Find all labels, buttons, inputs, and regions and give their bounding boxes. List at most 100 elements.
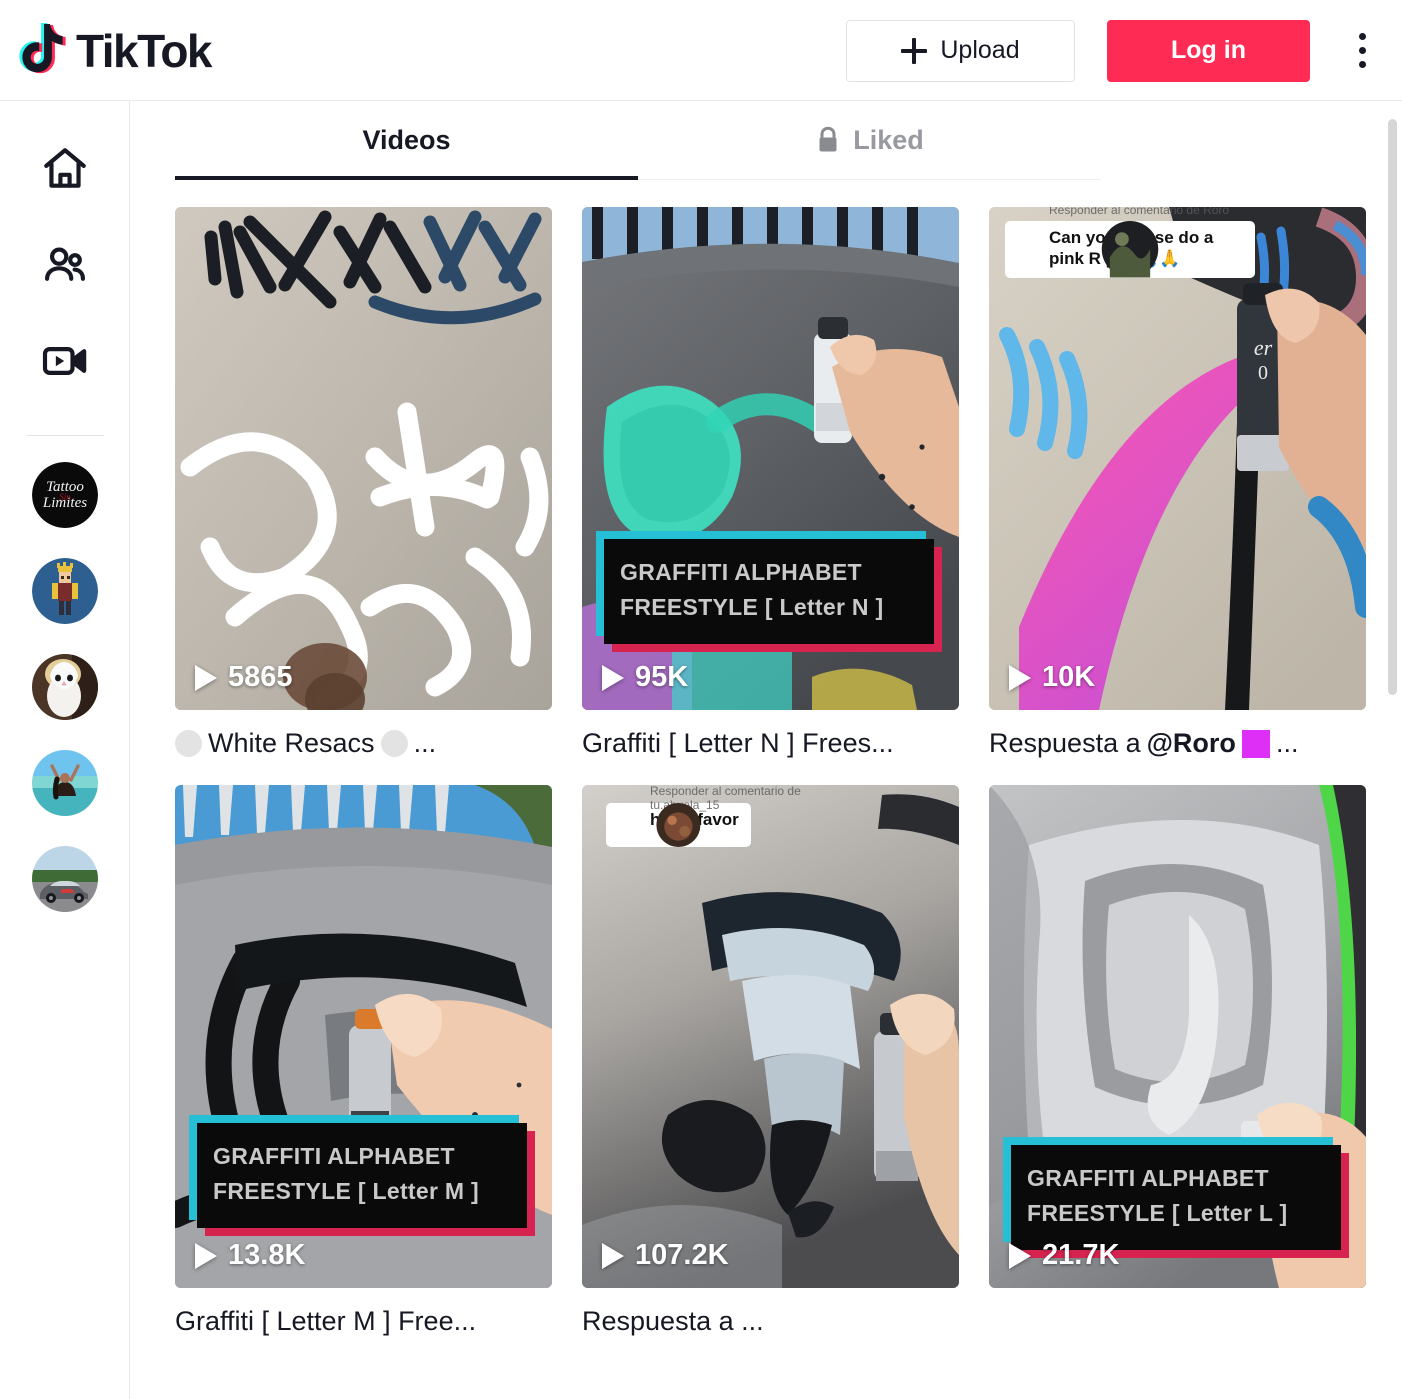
avatar[interactable] — [31, 558, 98, 624]
avatar[interactable]: Tattoo Limites Sin — [31, 462, 98, 528]
video-text-overlay: GRAFFITI ALPHABET FREESTYLE [ Letter M ] — [189, 1114, 535, 1237]
video-caption: Respuesta a @Roro ... — [989, 726, 1366, 761]
overlay-line-1: GRAFFITI ALPHABET — [213, 1142, 455, 1169]
view-count-value: 13.8K — [228, 1239, 306, 1272]
video-grid: 5865 White Resacs ... GRAFFITI ALPHABET … — [175, 207, 1402, 1339]
view-count: 13.8K — [195, 1239, 305, 1272]
video-thumbnail[interactable]: GRAFFITI ALPHABET FREESTYLE [ Letter N ]… — [582, 207, 959, 710]
video-caption-text: White Resacs — [208, 728, 375, 758]
view-count-value: 95K — [635, 661, 689, 693]
sticker-header: Responder al comentario de Roro — [1049, 207, 1230, 217]
overlay-line-1: GRAFFITI ALPHABET — [620, 558, 862, 585]
upload-button[interactable]: Upload — [846, 19, 1075, 82]
lock-icon — [815, 125, 841, 155]
profile-tabs: Videos Liked — [175, 101, 1101, 180]
video-card[interactable]: GRAFFITI ALPHABET FREESTYLE [ Letter N ]… — [582, 207, 959, 761]
video-card[interactable]: Responder al comentario de tu.abuela_15 … — [582, 785, 959, 1339]
tiktok-note-icon — [14, 21, 68, 79]
tab-liked[interactable]: Liked — [638, 101, 1101, 179]
svg-text:0: 0 — [1258, 362, 1268, 384]
play-icon — [1009, 664, 1031, 691]
avatar[interactable] — [31, 654, 98, 720]
kebab-dot — [1358, 61, 1366, 68]
sidebar-divider — [25, 435, 104, 436]
view-count: 21.7K — [1009, 1239, 1119, 1272]
scrollbar-track[interactable] — [1386, 101, 1400, 1399]
video-thumbnail[interactable]: 5865 — [175, 207, 552, 710]
video-card[interactable]: 5865 White Resacs ... — [175, 207, 552, 761]
video-thumbnail[interactable]: er 0 Responder al comentario de Roro Can… — [989, 207, 1366, 710]
video-text-overlay: GRAFFITI ALPHABET FREESTYLE [ Letter L ] — [1003, 1136, 1349, 1259]
video-caption-text: Respuesta a ... — [582, 1306, 764, 1337]
sticker-avatar — [614, 803, 701, 848]
view-count: 5865 — [195, 661, 293, 694]
comment-reply-sticker: Responder al comentario de tu.abuela_15 … — [606, 785, 801, 848]
left-sidebar: Tattoo Limites Sin — [0, 101, 130, 1399]
sidebar-item-for-you[interactable] — [27, 133, 103, 209]
login-button[interactable]: Log in — [1107, 19, 1310, 82]
play-icon — [195, 1242, 217, 1269]
live-video-icon — [40, 336, 90, 391]
main-content: Videos Liked 5865 White Resacs ... GRAFF… — [130, 101, 1402, 1399]
video-card[interactable]: er 0 Responder al comentario de Roro Can… — [989, 207, 1366, 761]
video-thumbnail[interactable]: GRAFFITI ALPHABET FREESTYLE [ Letter L ]… — [989, 785, 1366, 1289]
plus-icon — [901, 37, 928, 64]
view-count: 107.2K — [602, 1239, 729, 1272]
overlay-line-2: FREESTYLE [ Letter N ] — [620, 594, 884, 621]
home-icon — [40, 144, 90, 199]
scrollbar-thumb[interactable] — [1388, 119, 1397, 695]
active-tab-indicator — [175, 176, 638, 180]
kebab-dot — [1358, 33, 1366, 40]
tab-liked-label: Liked — [853, 124, 924, 155]
video-thumbnail[interactable]: GRAFFITI ALPHABET FREESTYLE [ Letter M ]… — [175, 785, 552, 1289]
svg-text:Sin: Sin — [59, 492, 71, 502]
view-count-value: 5865 — [228, 661, 293, 693]
overlay-line-2: FREESTYLE [ Letter M ] — [213, 1178, 480, 1205]
video-card[interactable]: GRAFFITI ALPHABET FREESTYLE [ Letter L ]… — [989, 785, 1366, 1339]
circle-emoji-icon — [175, 730, 202, 758]
app-header: TikTok Upload Log in — [0, 0, 1402, 101]
square-emoji-icon — [1241, 729, 1270, 758]
avatar[interactable] — [31, 846, 98, 912]
kebab-dot — [1358, 47, 1366, 54]
video-caption-ellipsis: ... — [413, 728, 437, 758]
sidebar-item-live[interactable] — [27, 325, 103, 401]
sticker-avatar — [1013, 221, 1159, 278]
video-caption-text: Graffiti [ Letter M ] Free... — [175, 1306, 477, 1337]
svg-text:er: er — [1254, 335, 1273, 360]
play-icon — [195, 664, 217, 691]
people-icon — [40, 240, 90, 295]
sidebar-item-following[interactable] — [27, 229, 103, 305]
play-icon — [602, 1242, 624, 1269]
video-caption-text: Respuesta a — [989, 728, 1141, 758]
comment-reply-sticker: Responder al comentario de Roro Can you … — [1005, 207, 1255, 278]
page-body: Tattoo Limites Sin Videos Liked 5865 Whi… — [0, 101, 1402, 1399]
upload-button-label: Upload — [940, 36, 1020, 64]
play-icon — [1009, 1242, 1031, 1269]
header-actions: Upload Log in — [846, 0, 1382, 101]
video-caption-text: Graffiti [ Letter N ] Frees... — [582, 728, 894, 758]
tab-videos[interactable]: Videos — [175, 101, 638, 179]
view-count: 95K — [602, 661, 688, 694]
circle-emoji-icon — [380, 730, 408, 758]
view-count-value: 10K — [1042, 661, 1096, 693]
overlay-line-1: GRAFFITI ALPHABET — [1027, 1164, 1269, 1191]
play-icon — [602, 664, 624, 691]
kebab-menu-icon[interactable] — [1342, 20, 1382, 82]
video-caption: White Resacs ... — [175, 726, 552, 761]
view-count: 10K — [1009, 661, 1095, 694]
tab-videos-label: Videos — [362, 124, 451, 155]
video-text-overlay: GRAFFITI ALPHABET FREESTYLE [ Letter N ] — [596, 530, 942, 652]
tiktok-wordmark: TikTok — [76, 25, 213, 77]
avatar[interactable] — [31, 750, 98, 816]
view-count-value: 21.7K — [1042, 1239, 1120, 1272]
video-caption-mention[interactable]: @Roro — [1147, 726, 1236, 761]
overlay-text-box: GRAFFITI ALPHABET FREESTYLE [ Letter M ] — [197, 1122, 527, 1229]
video-caption: Graffiti [ Letter M ] Free... — [175, 1304, 552, 1339]
video-card[interactable]: GRAFFITI ALPHABET FREESTYLE [ Letter M ]… — [175, 785, 552, 1339]
view-count-value: 107.2K — [635, 1239, 729, 1272]
overlay-text-box: GRAFFITI ALPHABET FREESTYLE [ Letter N ] — [604, 538, 934, 644]
video-thumbnail[interactable]: Responder al comentario de tu.abuela_15 … — [582, 785, 959, 1289]
video-caption: Graffiti [ Letter N ] Frees... — [582, 726, 959, 761]
tiktok-logo[interactable]: TikTok — [14, 21, 213, 79]
